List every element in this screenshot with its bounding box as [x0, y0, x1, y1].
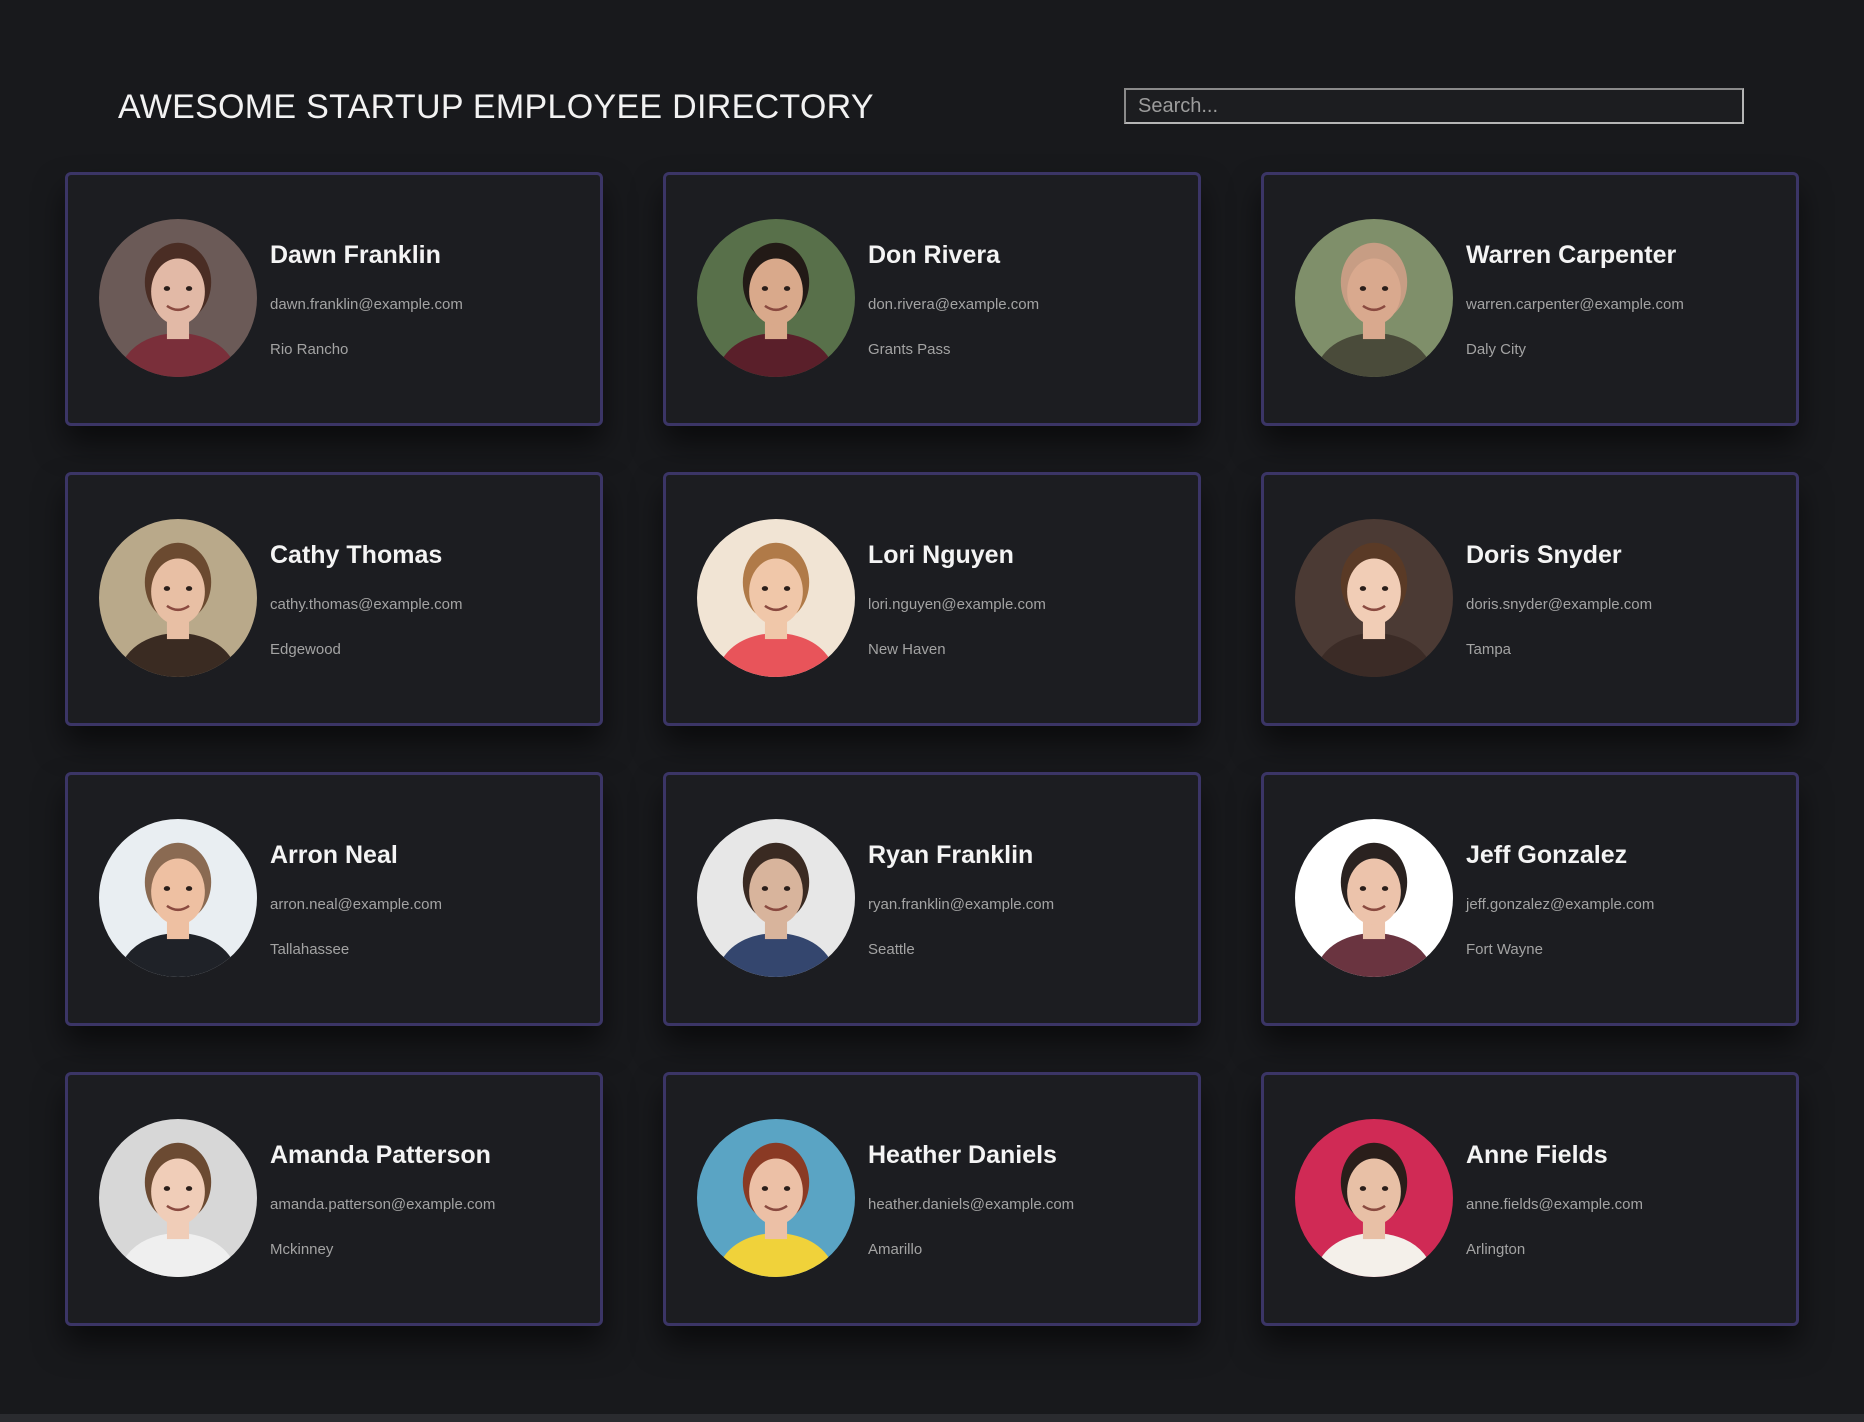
- employee-city: Daly City: [1466, 341, 1527, 358]
- avatar: [99, 1119, 257, 1277]
- avatar: [1295, 219, 1453, 377]
- employee-email: cathy.thomas@example.com: [270, 596, 463, 613]
- employee-email: doris.snyder@example.com: [1466, 596, 1653, 613]
- employee-name: Don Rivera: [868, 241, 1000, 269]
- employee-email: arron.neal@example.com: [270, 896, 442, 913]
- portrait-photo: [99, 819, 257, 977]
- employee-name: Warren Carpenter: [1466, 241, 1677, 269]
- employee-city: Rio Rancho: [270, 341, 349, 358]
- employee-name: Cathy Thomas: [270, 541, 443, 569]
- employee-email: anne.fields@example.com: [1466, 1196, 1643, 1213]
- portrait-photo: [697, 819, 855, 977]
- employee-card[interactable]: Don Rivera don.rivera@example.com Grants P…: [663, 172, 1201, 426]
- employee-name: Ryan Franklin: [868, 841, 1034, 869]
- employee-city: Seattle: [868, 941, 915, 958]
- portrait-photo: [697, 1119, 855, 1277]
- employee-card[interactable]: Amanda Patterson amanda.patterson@example…: [65, 1072, 603, 1326]
- portrait-photo: [697, 219, 855, 377]
- avatar: [1295, 519, 1453, 677]
- employee-card[interactable]: Dawn Franklin dawn.franklin@example.com Ri…: [65, 172, 603, 426]
- employee-email: warren.carpenter@example.com: [1466, 296, 1684, 313]
- avatar: [697, 219, 855, 377]
- employee-card[interactable]: Heather Daniels heather.daniels@example.c…: [663, 1072, 1201, 1326]
- employee-city: Grants Pass: [868, 341, 951, 358]
- employee-card[interactable]: Cathy Thomas cathy.thomas@example.com Edge…: [65, 472, 603, 726]
- employee-card[interactable]: Anne Fields anne.fields@example.com Arling…: [1261, 1072, 1799, 1326]
- employee-city: Amarillo: [868, 1241, 923, 1258]
- employee-email: dawn.franklin@example.com: [270, 296, 463, 313]
- search-input[interactable]: [1124, 88, 1744, 124]
- portrait-photo: [1295, 819, 1453, 977]
- employee-email: jeff.gonzalez@example.com: [1466, 896, 1655, 913]
- employee-city: Fort Wayne: [1466, 941, 1543, 958]
- avatar: [1295, 819, 1453, 977]
- employee-city: Tallahassee: [270, 941, 350, 958]
- portrait-photo: [99, 1119, 257, 1277]
- employee-name: Jeff Gonzalez: [1466, 841, 1628, 869]
- avatar: [697, 1119, 855, 1277]
- portrait-photo: [1295, 1119, 1453, 1277]
- avatar: [99, 219, 257, 377]
- portrait-photo: [99, 219, 257, 377]
- employee-card[interactable]: Jeff Gonzalez jeff.gonzalez@example.com Fo…: [1261, 772, 1799, 1026]
- employee-city: Mckinney: [270, 1241, 334, 1258]
- employee-city: Arlington: [1466, 1241, 1526, 1258]
- portrait-photo: [99, 519, 257, 677]
- avatar: [99, 819, 257, 977]
- employee-email: don.rivera@example.com: [868, 296, 1040, 313]
- employee-card[interactable]: Arron Neal arron.neal@example.com Tallahas…: [65, 772, 603, 1026]
- employee-card[interactable]: Warren Carpenter warren.carpenter@example…: [1261, 172, 1799, 426]
- employee-card[interactable]: Ryan Franklin ryan.franklin@example.com Se…: [663, 772, 1201, 1026]
- employee-name: Heather Daniels: [868, 1141, 1057, 1169]
- portrait-photo: [697, 519, 855, 677]
- page-title: AWESOME STARTUP EMPLOYEE DIRECTORY: [118, 88, 874, 126]
- employee-name: Amanda Patterson: [270, 1141, 491, 1169]
- avatar: [1295, 1119, 1453, 1277]
- avatar: [697, 519, 855, 677]
- employee-name: Dawn Franklin: [270, 241, 441, 269]
- page-header: AWESOME STARTUP EMPLOYEE DIRECTORY: [0, 0, 1864, 170]
- avatar: [99, 519, 257, 677]
- portrait-photo: [1295, 519, 1453, 677]
- employee-card[interactable]: Doris Snyder doris.snyder@example.com Tamp…: [1261, 472, 1799, 726]
- employee-email: ryan.franklin@example.com: [868, 896, 1055, 913]
- employee-name: Arron Neal: [270, 841, 398, 869]
- employee-city: Edgewood: [270, 641, 341, 658]
- employee-grid: Dawn Franklin dawn.franklin@example.com Ri…: [65, 172, 1799, 1326]
- avatar: [697, 819, 855, 977]
- employee-name: Lori Nguyen: [868, 541, 1014, 569]
- portrait-photo: [1295, 219, 1453, 377]
- employee-city: Tampa: [1466, 641, 1512, 658]
- employee-name: Anne Fields: [1466, 1141, 1608, 1169]
- employee-email: lori.nguyen@example.com: [868, 596, 1046, 613]
- employee-email: heather.daniels@example.com: [868, 1196, 1075, 1213]
- employee-city: New Haven: [868, 641, 946, 658]
- employee-email: amanda.patterson@example.com: [270, 1196, 496, 1213]
- employee-card[interactable]: Lori Nguyen lori.nguyen@example.com New Ha…: [663, 472, 1201, 726]
- window-bottom-edge: [0, 1414, 1864, 1422]
- employee-name: Doris Snyder: [1466, 541, 1622, 569]
